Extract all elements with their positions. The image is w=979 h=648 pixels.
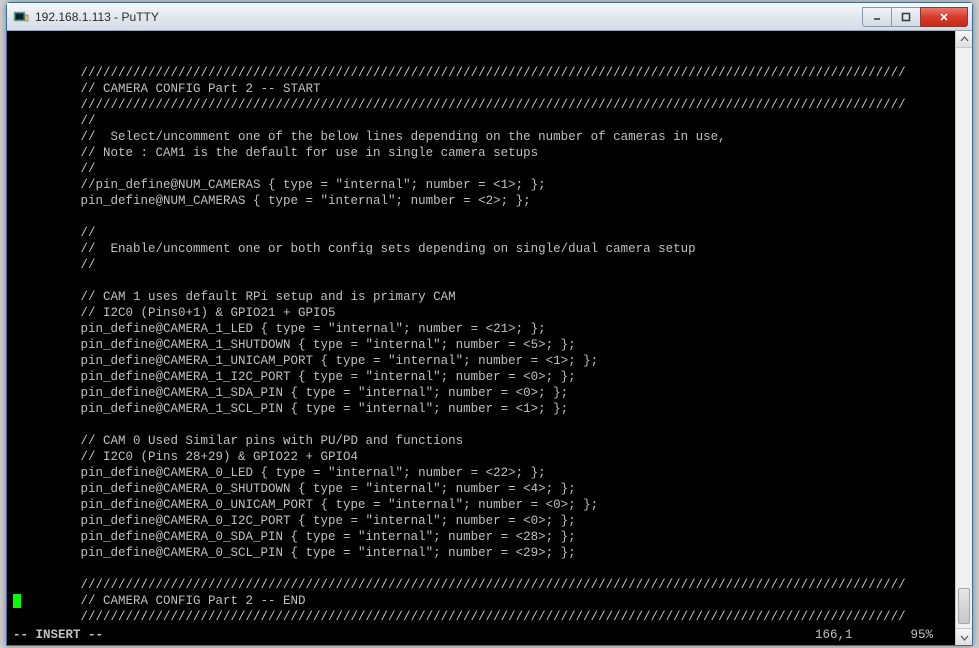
terminal-line: // (13, 225, 972, 241)
terminal-line: // Note : CAM1 is the default for use in… (13, 145, 972, 161)
terminal-line: // (13, 257, 972, 273)
cursor (13, 594, 21, 608)
terminal-line: pin_define@CAMERA_1_SDA_PIN { type = "in… (13, 385, 972, 401)
titlebar[interactable]: 192.168.1.113 - PuTTY (7, 3, 972, 31)
minimize-button[interactable] (862, 7, 892, 27)
terminal-line: ////////////////////////////////////////… (13, 97, 972, 113)
close-button[interactable] (920, 7, 968, 27)
window-controls (863, 7, 968, 27)
terminal-line: // CAM 0 Used Similar pins with PU/PD an… (13, 433, 972, 449)
terminal-line: pin_define@CAMERA_0_LED { type = "intern… (13, 465, 972, 481)
terminal-line: // CAMERA CONFIG Part 2 -- END (13, 593, 972, 609)
terminal-line: // CAMERA CONFIG Part 2 -- START (13, 81, 972, 97)
terminal-line: pin_define@CAMERA_0_SDA_PIN { type = "in… (13, 529, 972, 545)
terminal-line: // Enable/uncomment one or both config s… (13, 241, 972, 257)
terminal-line: pin_define@CAMERA_0_SHUTDOWN { type = "i… (13, 481, 972, 497)
putty-icon (13, 9, 29, 25)
terminal-line: // (13, 161, 972, 177)
terminal-line: pin_define@CAMERA_1_I2C_PORT { type = "i… (13, 369, 972, 385)
scrollbar-thumb[interactable] (958, 588, 970, 624)
terminal-line (13, 417, 972, 433)
terminal-line: pin_define@CAMERA_1_SHUTDOWN { type = "i… (13, 337, 972, 353)
scroll-down-button[interactable] (956, 628, 972, 645)
vim-ruler: 166,1 (815, 627, 911, 643)
putty-window: 192.168.1.113 - PuTTY //////////////////… (6, 2, 973, 646)
terminal-line: pin_define@CAMERA_0_I2C_PORT { type = "i… (13, 513, 972, 529)
terminal-line: pin_define@CAMERA_0_UNICAM_PORT { type =… (13, 497, 972, 513)
terminal-text: ////////////////////////////////////////… (13, 65, 972, 641)
scroll-up-button[interactable] (956, 31, 972, 48)
terminal-line (13, 561, 972, 577)
vertical-scrollbar[interactable] (955, 31, 972, 645)
terminal-line: // CAM 1 uses default RPi setup and is p… (13, 289, 972, 305)
terminal-line (13, 209, 972, 225)
vim-status-line: -- INSERT -- 166,1 95% (13, 627, 955, 643)
terminal-line: pin_define@NUM_CAMERAS { type = "interna… (13, 193, 972, 209)
terminal-line: // (13, 113, 972, 129)
terminal-line: ////////////////////////////////////////… (13, 609, 972, 625)
terminal-viewport[interactable]: ////////////////////////////////////////… (7, 31, 972, 645)
terminal-line: pin_define@CAMERA_1_UNICAM_PORT { type =… (13, 353, 972, 369)
terminal-line (13, 273, 972, 289)
terminal-line: //pin_define@NUM_CAMERAS { type = "inter… (13, 177, 972, 193)
terminal-line: pin_define@CAMERA_1_SCL_PIN { type = "in… (13, 401, 972, 417)
terminal-line: ////////////////////////////////////////… (13, 577, 972, 593)
terminal-line: // I2C0 (Pins 28+29) & GPIO22 + GPIO4 (13, 449, 972, 465)
terminal-line: pin_define@CAMERA_1_LED { type = "intern… (13, 321, 972, 337)
terminal-line: ////////////////////////////////////////… (13, 65, 972, 81)
vim-mode: -- INSERT -- (13, 627, 103, 643)
scrollbar-track[interactable] (956, 48, 972, 628)
window-title: 192.168.1.113 - PuTTY (35, 10, 857, 24)
vim-scroll-percent: 95% (910, 627, 955, 643)
terminal-line: pin_define@CAMERA_0_SCL_PIN { type = "in… (13, 545, 972, 561)
maximize-button[interactable] (891, 7, 921, 27)
terminal-line: // Select/uncomment one of the below lin… (13, 129, 972, 145)
terminal-line: // I2C0 (Pins0+1) & GPIO21 + GPIO5 (13, 305, 972, 321)
